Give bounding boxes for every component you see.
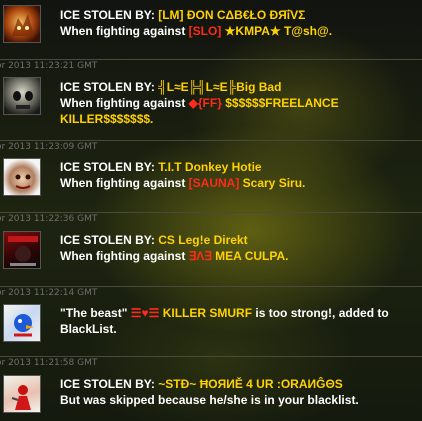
message-prefix: ICE STOLEN BY: [60, 80, 159, 94]
message-prefix: ICE STOLEN BY: [60, 233, 159, 247]
fire-demon-avatar-icon[interactable] [3, 5, 41, 43]
entry-timestamp: or 2013 11:21:58 GMT [0, 356, 422, 370]
entry-timestamp: or 2013 11:23:21 GMT [0, 59, 422, 73]
victim-name-link[interactable]: KILLER SMURF [159, 306, 252, 320]
message-text: But was skipped because he/she is in you… [60, 393, 359, 407]
message-prefix: ICE STOLEN BY: [60, 160, 159, 174]
victim-clan-tag[interactable]: ◆{FF} [189, 96, 222, 110]
message-prefix: ICE STOLEN BY: [60, 377, 159, 391]
victim-clan-tag[interactable]: [SLO] [189, 24, 222, 38]
feed-entry: ICE STOLEN BY: ~STĐ~ ĦΟЯИĚ 4 UR :ORAИĜΘS… [0, 370, 422, 420]
stealer-name-link[interactable]: [LM] ÐΟΝ CΔΒ€ŁΟ ÐЯΐVΣ [158, 8, 305, 22]
skull-avatar-icon[interactable] [3, 77, 41, 115]
victim-name-link[interactable]: ★KMPA★ T@sh@. [221, 24, 332, 38]
message-text: When fighting against [60, 24, 189, 38]
feed-entry: ICE STOLEN BY: T.I.T Donkey Hotie When f… [0, 154, 422, 212]
feed-entry: "The beast" ☰♥☰ KILLER SMURF is too stro… [0, 300, 422, 352]
game-cover-avatar-icon[interactable] [3, 231, 41, 269]
feed-entry: ICE STOLEN BY: [LM] ÐΟΝ CΔΒ€ŁΟ ÐЯΐVΣ Whe… [0, 0, 422, 52]
victim-name-link[interactable]: Scary Siru. [239, 176, 306, 190]
victim-name-link[interactable]: MEA CULPA. [212, 249, 288, 263]
feed-entry: ICE STOLEN BY: ╣L≈E╠╣L≈E╠Big Bad When fi… [0, 73, 422, 133]
message-text: When fighting against [60, 249, 189, 263]
victim-clan-tag[interactable]: ∃Λ∃ [189, 249, 212, 263]
feed-entry: ICE STOLEN BY: CS Leg!e Direkt When figh… [0, 226, 422, 284]
feed-message: ICE STOLEN BY: T.I.T Donkey Hotie When f… [60, 159, 415, 191]
entry-timestamp: or 2013 11:22:36 GMT [0, 212, 422, 226]
victim-clan-tag[interactable]: [SAUNA] [189, 176, 240, 190]
entry-timestamp: or 2013 11:22:14 GMT [0, 286, 422, 300]
entry-timestamp: or 2013 11:23:09 GMT [0, 140, 422, 154]
activity-feed: ICE STOLEN BY: [LM] ÐΟΝ CΔΒ€ŁΟ ÐЯΐVΣ Whe… [0, 0, 422, 421]
victim-clan-tag[interactable]: ☰♥☰ [131, 306, 160, 320]
feed-message: ICE STOLEN BY: ~STĐ~ ĦΟЯИĚ 4 UR :ORAИĜΘS… [60, 376, 415, 408]
stealer-name-link[interactable]: ╣L≈E╠╣L≈E╠Big Bad [158, 80, 281, 94]
blue-bird-avatar-icon[interactable] [3, 304, 41, 342]
feed-message: ICE STOLEN BY: CS Leg!e Direkt When figh… [60, 232, 415, 264]
message-text: When fighting against [60, 176, 189, 190]
message-prefix: ICE STOLEN BY: [60, 8, 159, 22]
stealer-name-link[interactable]: T.I.T Donkey Hotie [158, 160, 261, 174]
message-prefix: "The beast" [60, 306, 131, 320]
stealer-name-link[interactable]: ~STĐ~ ĦΟЯИĚ 4 UR :ORAИĜΘS [158, 377, 343, 391]
feed-message: "The beast" ☰♥☰ KILLER SMURF is too stro… [60, 305, 415, 337]
message-text: When fighting against [60, 96, 189, 110]
feed-message: ICE STOLEN BY: [LM] ÐΟΝ CΔΒ€ŁΟ ÐЯΐVΣ Whe… [60, 7, 415, 39]
red-figure-avatar-icon[interactable] [3, 375, 41, 413]
stealer-name-link[interactable]: CS Leg!e Direkt [158, 233, 247, 247]
face-avatar-icon[interactable] [3, 158, 41, 196]
feed-message: ICE STOLEN BY: ╣L≈E╠╣L≈E╠Big Bad When fi… [60, 79, 415, 127]
